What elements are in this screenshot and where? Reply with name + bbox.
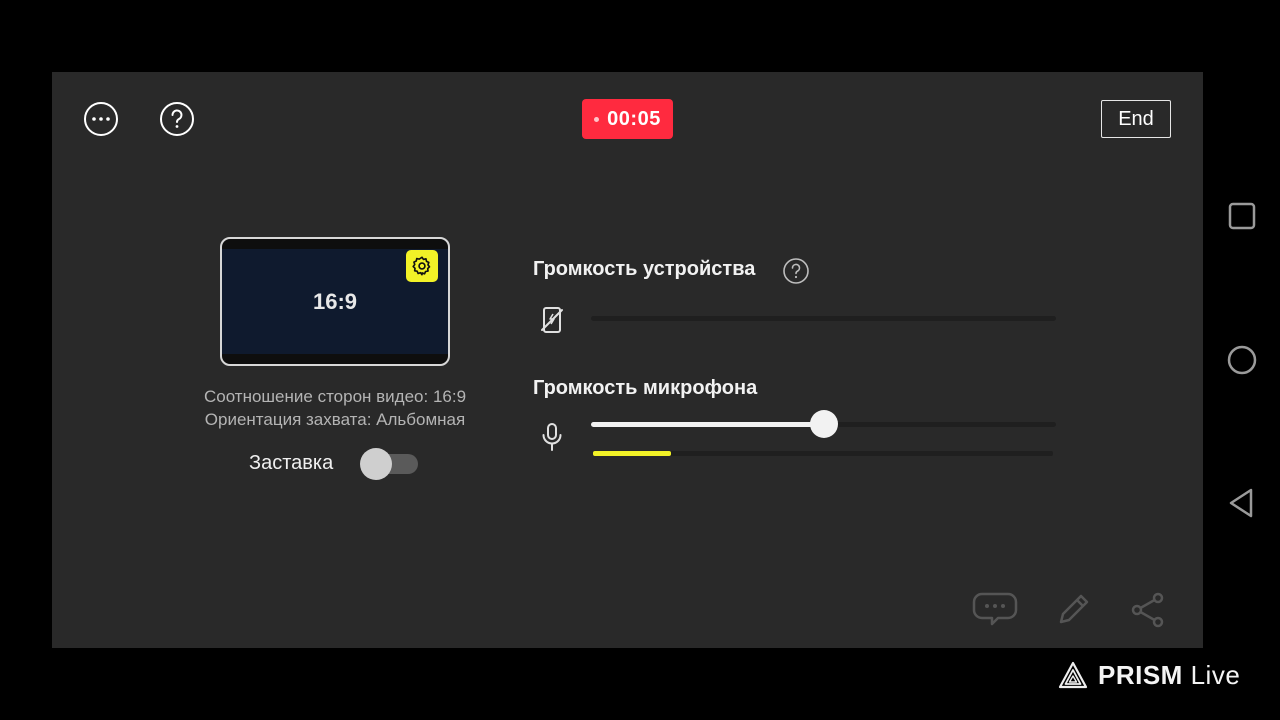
mic-volume-slider[interactable] (591, 410, 1056, 438)
prism-live-watermark: PRISM Live (1058, 657, 1240, 693)
square-icon (1228, 202, 1256, 230)
mic-volume-handle[interactable] (809, 410, 838, 438)
help-button[interactable] (159, 101, 195, 137)
gear-icon (412, 256, 431, 276)
toggle-knob (360, 448, 392, 480)
brand-bold: PRISM (1098, 659, 1183, 690)
device-volume-slider[interactable] (591, 316, 1056, 321)
prism-logo-icon (1058, 661, 1088, 689)
recording-timer: 00:05 (582, 99, 673, 139)
device-muted-icon[interactable] (536, 304, 568, 336)
home-button[interactable] (1222, 340, 1262, 380)
circle-icon (1227, 345, 1257, 375)
share-icon (1131, 592, 1164, 628)
preview-settings-button[interactable] (406, 250, 438, 282)
device-volume-help-button[interactable] (782, 257, 810, 285)
end-button[interactable]: End (1101, 100, 1171, 138)
pencil-icon (1059, 594, 1089, 624)
back-button[interactable] (1222, 483, 1262, 523)
splash-label: Заставка (249, 452, 334, 474)
mic-volume-title: Громкость микрофона (533, 377, 758, 399)
video-preview[interactable]: 16:9 (220, 237, 450, 366)
more-options-button[interactable] (83, 101, 119, 137)
mic-input-meter (593, 451, 1053, 456)
recent-apps-button[interactable] (1222, 196, 1262, 236)
triangle-back-icon (1229, 488, 1253, 518)
orientation-text: Ориентация захвата: Альбомная (204, 410, 466, 429)
stream-control-panel: 00:05 End 16:9 Соотношение сторон видео:… (52, 72, 1203, 648)
question-icon (160, 102, 194, 136)
splash-toggle[interactable] (360, 448, 420, 480)
mic-input-meter-fill (593, 451, 672, 456)
draw-button[interactable] (1050, 589, 1096, 631)
aspect-ratio-text: Соотношение сторон видео: 16:9 (203, 387, 467, 406)
chat-button[interactable] (972, 589, 1018, 631)
brand-text: PRISM Live (1098, 660, 1240, 691)
question-icon (783, 258, 809, 284)
mic-volume-fill (591, 422, 824, 427)
recording-dot-icon (594, 116, 600, 122)
device-volume-title: Громкость устройства (533, 258, 756, 280)
chat-icon (972, 592, 1018, 626)
brand-light: Live (1190, 659, 1241, 690)
microphone-icon[interactable] (536, 421, 568, 453)
share-button[interactable] (1125, 589, 1171, 631)
more-icon (84, 102, 118, 136)
timer-value: 00:05 (607, 107, 661, 130)
